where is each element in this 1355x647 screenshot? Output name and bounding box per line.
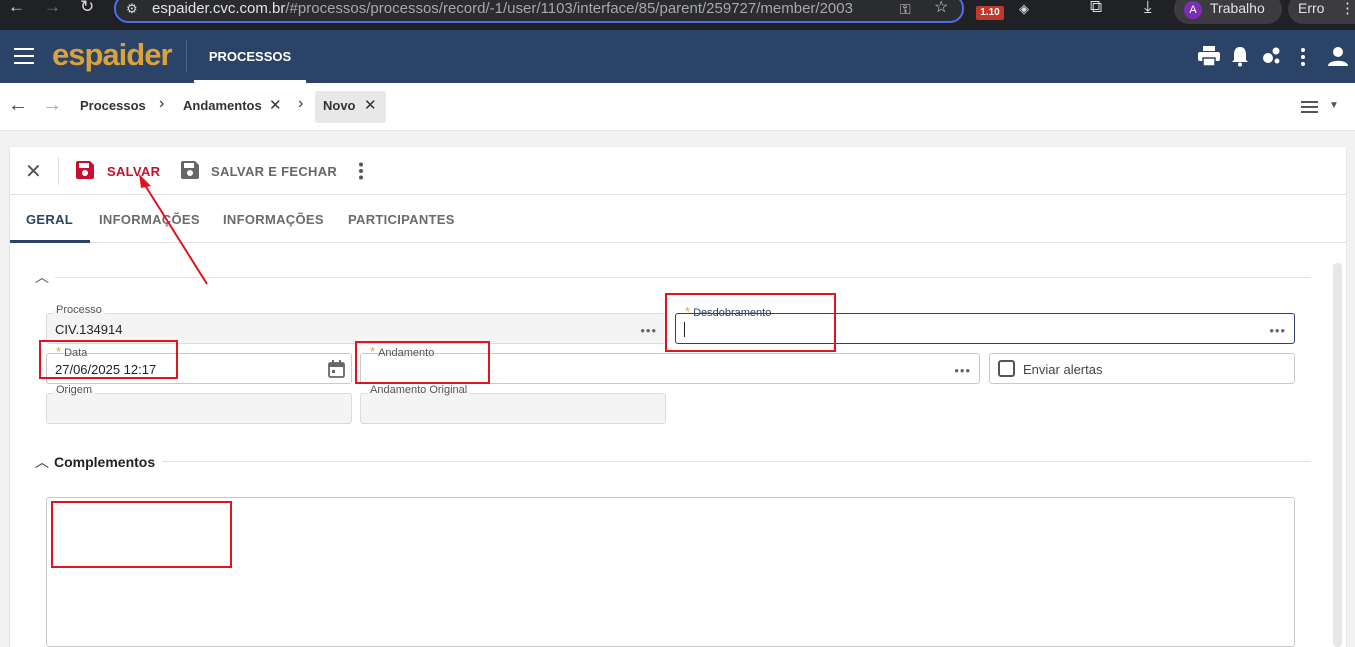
app-logo: espaider — [52, 37, 173, 72]
close-breadcrumb-icon[interactable]: ✕ — [364, 96, 377, 114]
annotation-box-andamento — [355, 341, 490, 384]
breadcrumb-item-processos[interactable]: Processos — [80, 98, 146, 113]
tab-participantes[interactable]: PARTICIPANTES — [348, 212, 455, 227]
annotation-box-complementos — [51, 501, 232, 568]
processo-value: CIV.134914 — [55, 322, 123, 337]
profile-name: Trabalho — [1210, 0, 1265, 16]
reload-icon[interactable]: ↻ — [80, 0, 94, 15]
breadcrumb-bar: ← → Processos › Andamentos ✕ › Novo ✕ ▼ — [0, 83, 1355, 131]
browser-toolbar: ← → ↻ ⚙ espaider.cvc.com.br/#processos/p… — [0, 0, 1355, 30]
annotation-box-desdobramento — [665, 293, 836, 352]
save-and-close-label: SALVAR E FECHAR — [211, 164, 338, 179]
site-info-icon[interactable]: ⚙ — [126, 0, 138, 17]
extension-badge[interactable]: 1.10 — [976, 6, 1004, 20]
andamento-original-field[interactable]: Andamento Original — [360, 384, 666, 424]
origem-label: Origem — [53, 384, 96, 396]
app-header: espaider PROCESSOS — [0, 30, 1355, 83]
origem-field[interactable]: Origem — [46, 384, 352, 424]
active-tab-indicator — [10, 240, 90, 243]
download-icon[interactable]: ⤓ — [1144, 0, 1152, 15]
close-record-icon[interactable]: ✕ — [25, 159, 42, 184]
user-account-icon[interactable] — [1328, 46, 1348, 66]
bubbles-icon[interactable] — [1262, 46, 1282, 66]
breadcrumb-item-novo: Novo — [323, 98, 356, 113]
close-breadcrumb-icon[interactable]: ✕ — [269, 96, 282, 114]
section-divider — [162, 461, 1311, 462]
breadcrumb-item-andamentos[interactable]: Andamentos — [183, 98, 262, 113]
error-label: Erro — [1298, 0, 1325, 16]
profile-avatar: A — [1184, 1, 1202, 19]
enviar-alertas-label: Enviar alertas — [1023, 362, 1103, 377]
toolbar-divider — [58, 157, 59, 185]
more-vert-icon[interactable] — [1299, 47, 1307, 67]
key-icon[interactable]: ⚿ — [900, 1, 911, 18]
save-floppy-icon — [76, 161, 94, 179]
lookup-ellipsis-icon[interactable]: ••• — [1269, 323, 1286, 338]
collapse-section-icon[interactable]: ︿ — [35, 267, 49, 287]
processo-label: Processo — [53, 304, 105, 316]
calendar-icon[interactable] — [328, 360, 345, 378]
profile-chip[interactable]: A Trabalho — [1174, 0, 1282, 24]
lookup-ellipsis-icon[interactable]: ••• — [954, 363, 971, 378]
module-tab-processos[interactable]: PROCESSOS — [194, 30, 306, 83]
annotation-box-data — [39, 340, 178, 379]
list-view-icon[interactable] — [1301, 101, 1318, 113]
hamburger-menu-icon[interactable] — [14, 48, 34, 64]
tab-informacoes-2[interactable]: INFORMAÇÕES — [223, 212, 324, 227]
andamento-original-label: Andamento Original — [367, 384, 471, 396]
enviar-alertas-checkbox[interactable] — [998, 360, 1015, 377]
breadcrumb-current[interactable]: Novo ✕ — [315, 91, 386, 123]
section-divider — [55, 277, 1311, 278]
print-icon[interactable] — [1198, 46, 1220, 66]
complementos-title: Complementos — [54, 454, 156, 470]
extension-icon[interactable]: ◈ — [1019, 0, 1029, 17]
collapse-complementos-icon[interactable]: ︿ — [35, 452, 49, 472]
enviar-alertas-field[interactable]: Enviar alertas — [989, 353, 1295, 384]
forward-icon[interactable]: → — [44, 0, 61, 15]
scrollbar-thumb[interactable] — [1333, 263, 1342, 647]
tab-geral[interactable]: GERAL — [26, 212, 73, 227]
header-divider — [186, 40, 187, 72]
address-bar[interactable]: ⚙ espaider.cvc.com.br/#processos/process… — [114, 0, 964, 23]
nav-forward-icon[interactable]: → — [42, 94, 62, 117]
complementos-textarea[interactable] — [46, 497, 1295, 647]
notifications-bell-icon[interactable] — [1231, 45, 1249, 67]
chevron-right-icon: › — [159, 95, 165, 112]
back-icon[interactable]: ← — [8, 0, 25, 15]
error-chip[interactable]: Erro ⋮ — [1288, 0, 1355, 24]
more-options-icon[interactable] — [358, 162, 364, 180]
nav-back-icon[interactable]: ← — [8, 94, 28, 117]
extensions-puzzle-icon[interactable]: ⧉ — [1090, 0, 1102, 15]
lookup-ellipsis-icon[interactable]: ••• — [640, 323, 657, 338]
bookmark-star-icon[interactable]: ☆ — [934, 0, 948, 16]
browser-menu-icon[interactable]: ⋮ — [1340, 0, 1355, 17]
annotation-arrow — [139, 174, 208, 285]
chevron-right-icon: › — [298, 95, 304, 112]
url-text: espaider.cvc.com.br/#processos/processos… — [152, 0, 853, 17]
dropdown-arrow-icon[interactable]: ▼ — [1329, 100, 1339, 111]
